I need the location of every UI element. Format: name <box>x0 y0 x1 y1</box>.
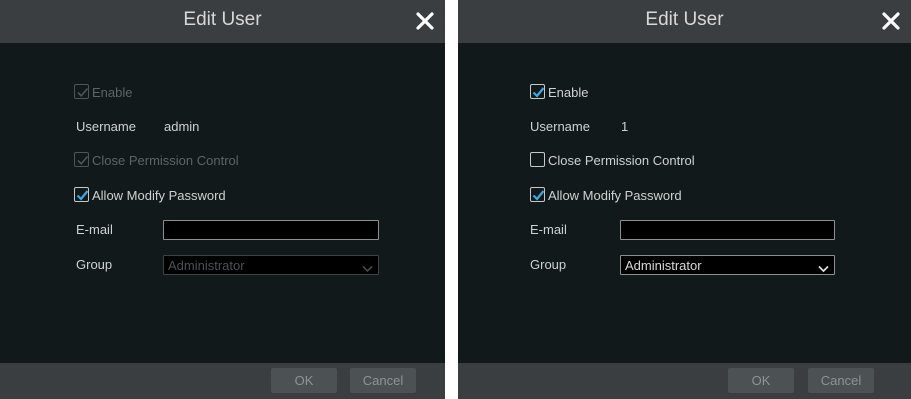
dialog-titlebar: Edit User <box>0 0 445 43</box>
enable-label: Enable <box>548 85 589 101</box>
enable-checkbox[interactable]: Enable <box>74 84 132 102</box>
username-label: Username <box>76 119 136 134</box>
checkbox-icon <box>530 187 545 203</box>
group-value: Administrator <box>168 258 245 273</box>
checkbox-icon <box>74 152 89 168</box>
allow-modify-password-label: Allow Modify Password <box>548 188 682 204</box>
close-permission-checkbox[interactable]: Close Permission Control <box>74 152 239 170</box>
dialog-title: Edit User <box>183 9 262 30</box>
enable-label: Enable <box>92 85 133 101</box>
allow-modify-password-checkbox[interactable]: Allow Modify Password <box>530 187 682 205</box>
edit-user-dialog-left: Edit User Enable Username admin Close Pe… <box>0 0 445 399</box>
chevron-down-icon <box>818 261 829 276</box>
ok-button[interactable]: OK <box>271 368 337 393</box>
checkbox-icon <box>530 84 545 100</box>
cancel-button[interactable]: Cancel <box>808 368 874 393</box>
close-permission-label: Close Permission Control <box>92 153 239 169</box>
email-field[interactable] <box>163 220 379 240</box>
ok-button[interactable]: OK <box>728 368 794 393</box>
group-label: Group <box>530 257 567 272</box>
close-icon[interactable] <box>880 10 902 32</box>
close-permission-checkbox[interactable]: Close Permission Control <box>530 152 695 170</box>
allow-modify-password-checkbox[interactable]: Allow Modify Password <box>74 187 226 205</box>
allow-modify-password-label: Allow Modify Password <box>92 188 226 204</box>
email-label: E-mail <box>530 222 567 237</box>
close-icon[interactable] <box>414 10 436 32</box>
username-label: Username <box>530 119 590 134</box>
dialog-title: Edit User <box>645 9 724 30</box>
group-label: Group <box>76 257 113 272</box>
enable-checkbox[interactable]: Enable <box>530 84 588 102</box>
checkbox-icon <box>74 84 89 100</box>
chevron-down-icon <box>362 261 373 276</box>
username-value: admin <box>164 119 200 134</box>
email-field[interactable] <box>620 220 835 240</box>
group-select[interactable]: Administrator <box>620 255 835 275</box>
dialog-titlebar: Edit User <box>458 0 911 43</box>
cancel-button[interactable]: Cancel <box>350 368 416 393</box>
close-permission-label: Close Permission Control <box>548 153 695 169</box>
checkbox-icon <box>74 187 89 203</box>
edit-user-dialog-right: Edit User Enable Username 1 Close Permis… <box>458 0 911 399</box>
email-label: E-mail <box>76 222 113 237</box>
checkbox-icon <box>530 152 545 168</box>
username-value: 1 <box>621 119 629 134</box>
group-select[interactable]: Administrator <box>163 255 379 275</box>
dialog-footer: OK Cancel <box>458 363 911 399</box>
dialog-footer: OK Cancel <box>0 363 445 399</box>
group-value: Administrator <box>625 258 702 273</box>
